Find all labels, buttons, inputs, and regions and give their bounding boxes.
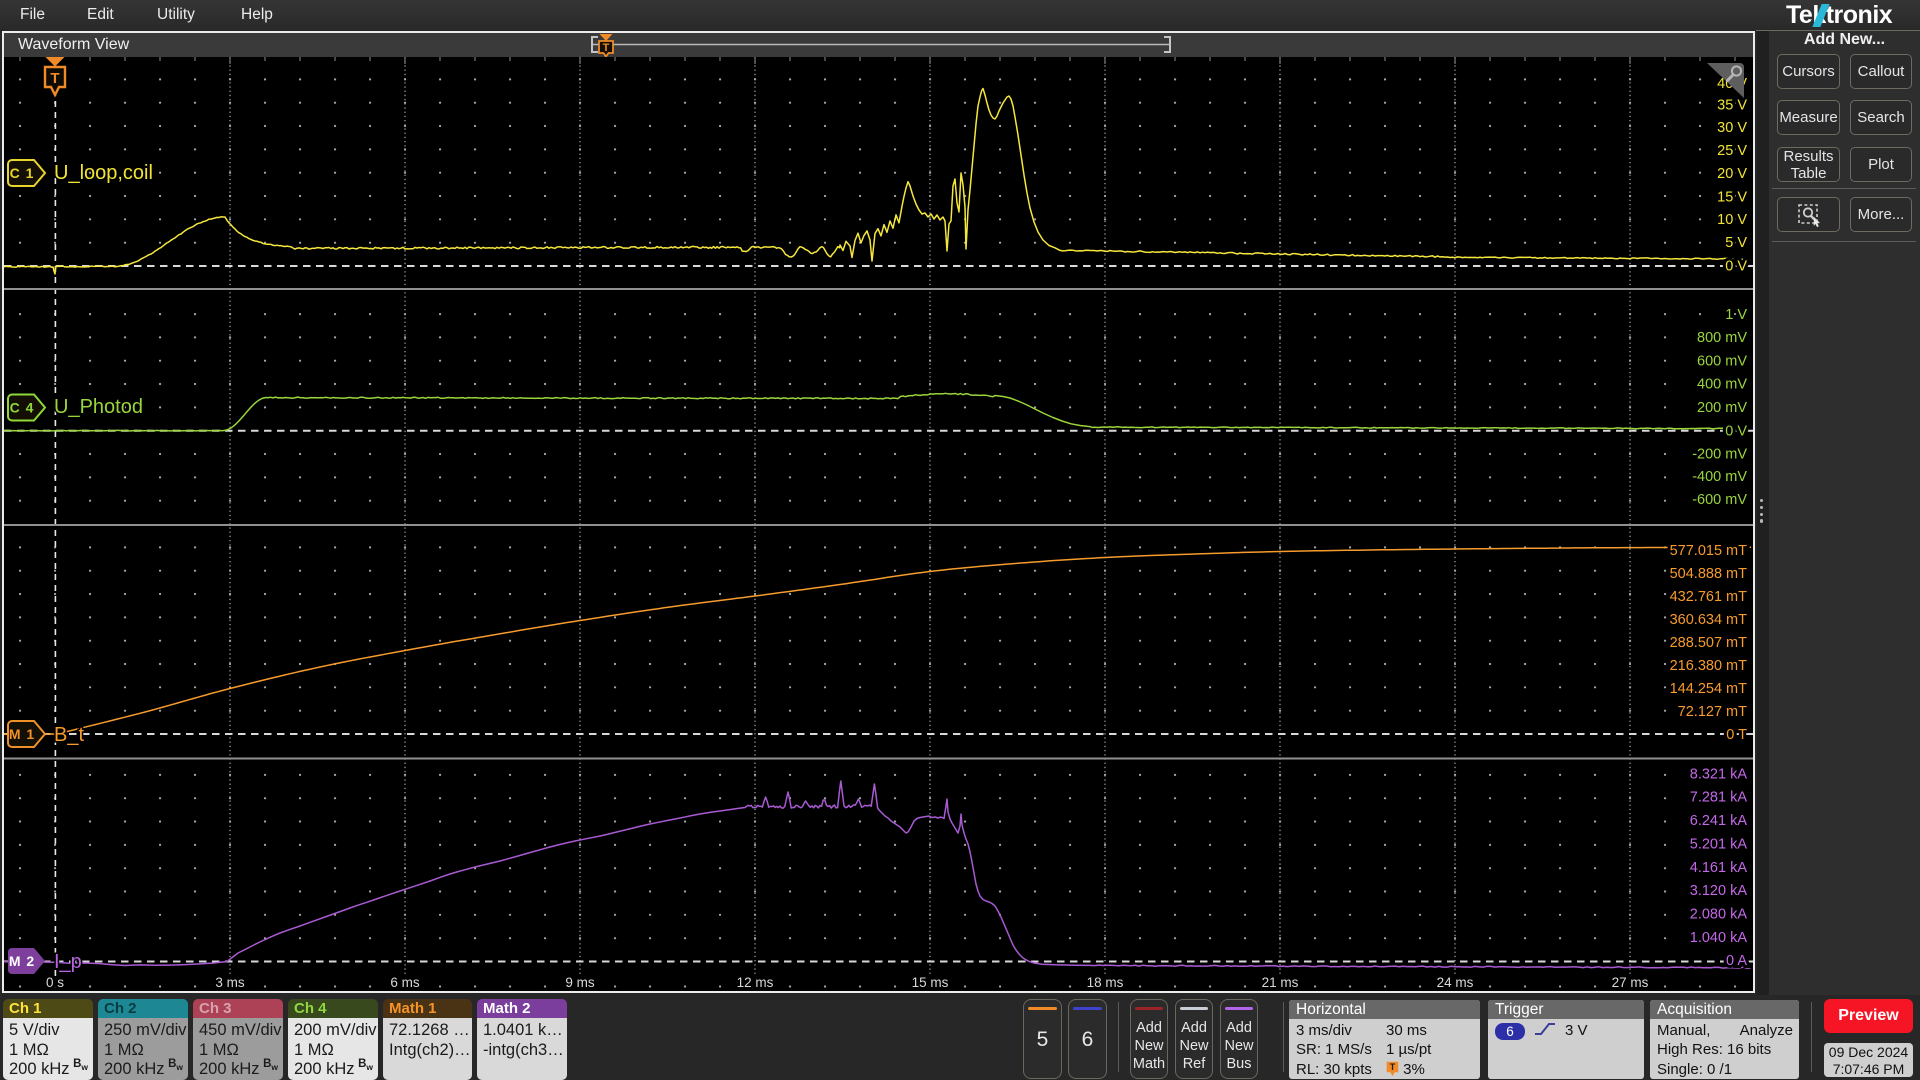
svg-text:C 1: C 1 (10, 165, 35, 181)
svg-text:27 ms: 27 ms (1612, 975, 1649, 990)
svg-text:15 ms: 15 ms (912, 975, 949, 990)
svg-text:4.161 kA: 4.161 kA (1690, 860, 1748, 876)
svg-text:-600 mV: -600 mV (1692, 492, 1747, 508)
svg-text:5.201 kA: 5.201 kA (1690, 836, 1748, 852)
svg-text:72.127 mT: 72.127 mT (1678, 704, 1747, 720)
svg-text:3 ms: 3 ms (215, 975, 245, 990)
svg-text:M 1: M 1 (9, 726, 35, 742)
svg-text:20 V: 20 V (1717, 166, 1747, 182)
svg-text:30 V: 30 V (1717, 120, 1747, 136)
svg-text:0 T: 0 T (1726, 727, 1747, 743)
svg-text:8.321 kA: 8.321 kA (1690, 766, 1748, 782)
svg-text:25 V: 25 V (1717, 143, 1747, 159)
svg-text:1.040 kA: 1.040 kA (1690, 930, 1748, 946)
svg-text:C 4: C 4 (10, 400, 35, 416)
svg-text:216.380 mT: 216.380 mT (1670, 658, 1748, 674)
svg-text:144.254 mT: 144.254 mT (1670, 681, 1748, 697)
svg-text:15 V: 15 V (1717, 189, 1747, 205)
svg-text:T: T (1390, 1062, 1396, 1072)
svg-text:M 2: M 2 (9, 953, 35, 969)
svg-text:6 ms: 6 ms (390, 975, 420, 990)
svg-text:400 mV: 400 mV (1697, 377, 1747, 393)
svg-text:0 A: 0 A (1726, 953, 1747, 969)
svg-text:0 V: 0 V (1725, 423, 1747, 439)
svg-text:7.281 kA: 7.281 kA (1690, 790, 1748, 806)
svg-text:-400 mV: -400 mV (1692, 469, 1747, 485)
svg-text:600 mV: 600 mV (1697, 353, 1747, 369)
svg-text:800 mV: 800 mV (1697, 330, 1747, 346)
svg-text:432.761 mT: 432.761 mT (1670, 589, 1748, 605)
svg-text:504.888 mT: 504.888 mT (1670, 566, 1748, 582)
svg-text:577.015 mT: 577.015 mT (1670, 543, 1748, 559)
svg-text:5 V: 5 V (1725, 235, 1747, 251)
svg-text:18 ms: 18 ms (1087, 975, 1124, 990)
svg-text:288.507 mT: 288.507 mT (1670, 635, 1748, 651)
svg-text:U_Photod: U_Photod (54, 396, 143, 418)
svg-text:35 V: 35 V (1717, 97, 1747, 113)
svg-text:24 ms: 24 ms (1437, 975, 1474, 990)
svg-text:B_t: B_t (54, 724, 84, 746)
svg-text:3.120 kA: 3.120 kA (1690, 883, 1748, 899)
svg-text:21 ms: 21 ms (1262, 975, 1299, 990)
svg-text:10 V: 10 V (1717, 212, 1747, 228)
svg-text:6.241 kA: 6.241 kA (1690, 813, 1748, 829)
svg-text:-200 mV: -200 mV (1692, 446, 1747, 462)
svg-text:12 ms: 12 ms (737, 975, 774, 990)
svg-text:0 V: 0 V (1725, 259, 1747, 275)
svg-text:360.634 mT: 360.634 mT (1670, 612, 1748, 628)
svg-text:9 ms: 9 ms (565, 975, 595, 990)
svg-text:T: T (50, 70, 59, 87)
svg-text:I_p: I_p (54, 951, 82, 973)
svg-text:U_loop,coil: U_loop,coil (54, 162, 153, 184)
svg-text:0 s: 0 s (46, 975, 64, 990)
svg-text:2.080 kA: 2.080 kA (1690, 907, 1748, 923)
svg-text:200 mV: 200 mV (1697, 400, 1747, 416)
svg-text:1 V: 1 V (1725, 307, 1747, 323)
svg-text:T: T (603, 42, 610, 54)
